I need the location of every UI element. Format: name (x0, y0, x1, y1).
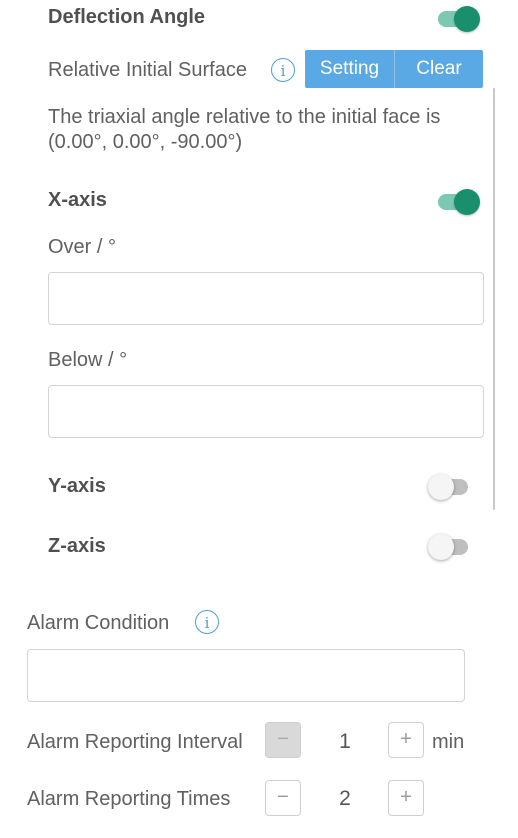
triaxial-angle-description: The triaxial angle relative to the initi… (48, 106, 441, 153)
over-label: Over / ° (48, 236, 117, 258)
clear-button[interactable]: Clear (395, 50, 483, 88)
relative-surface-button-group: Setting Clear (305, 50, 483, 88)
setting-button[interactable]: Setting (305, 50, 395, 88)
alarm-condition-label: Alarm Condition (27, 612, 170, 634)
interval-decrement-button[interactable]: − (265, 722, 301, 758)
times-decrement-button[interactable]: − (265, 780, 301, 816)
deflection-angle-toggle[interactable] (436, 6, 480, 32)
z-axis-label: Z-axis (48, 535, 106, 557)
alarm-condition-input[interactable] (27, 649, 465, 702)
interval-unit: min (432, 731, 465, 753)
alarm-reporting-times-label: Alarm Reporting Times (27, 788, 231, 810)
info-icon[interactable]: i (271, 58, 295, 82)
alarm-reporting-interval-label: Alarm Reporting Interval (27, 731, 243, 753)
interval-value[interactable]: 1 (325, 730, 365, 754)
relative-initial-surface-label: Relative Initial Surface (48, 59, 247, 81)
y-axis-toggle[interactable] (428, 474, 472, 500)
x-axis-label: X-axis (48, 189, 107, 211)
over-input[interactable] (48, 272, 484, 325)
times-value[interactable]: 2 (325, 787, 365, 811)
times-increment-button[interactable]: + (388, 780, 424, 816)
x-axis-toggle[interactable] (436, 189, 480, 215)
y-axis-label: Y-axis (48, 475, 106, 497)
deflection-angle-title: Deflection Angle (48, 6, 206, 28)
scrollbar[interactable] (493, 88, 495, 510)
below-label: Below / ° (48, 349, 128, 371)
info-icon[interactable]: i (195, 610, 219, 634)
below-input[interactable] (48, 385, 484, 438)
z-axis-toggle[interactable] (428, 534, 472, 560)
interval-increment-button[interactable]: + (388, 722, 424, 758)
